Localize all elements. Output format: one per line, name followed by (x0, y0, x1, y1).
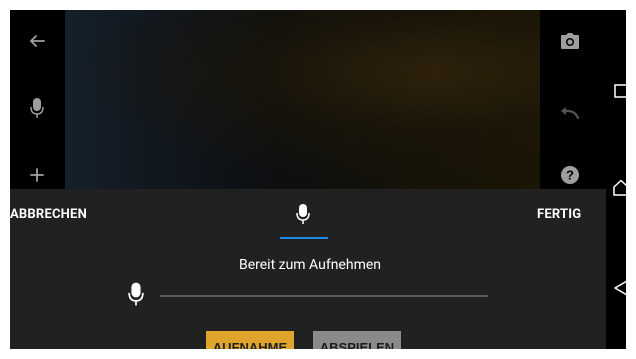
play-button[interactable]: ABSPIELEN (313, 331, 401, 349)
add-icon[interactable] (22, 160, 52, 190)
microphone-icon (296, 204, 310, 224)
tab-microphone[interactable] (280, 199, 328, 239)
camera-icon[interactable] (555, 26, 585, 56)
record-button[interactable]: AUFNAHME (206, 331, 294, 349)
recent-apps-icon[interactable] (606, 76, 626, 106)
status-text: Bereit zum Aufnehmen (239, 257, 381, 273)
done-button[interactable]: FERTIG (537, 207, 581, 222)
camera-viewfinder (65, 10, 540, 189)
cancel-button[interactable]: ABBRECHEN (10, 207, 87, 222)
undo-icon[interactable] (555, 98, 585, 128)
svg-text:?: ? (566, 168, 574, 183)
level-microphone-icon (128, 281, 150, 311)
audio-panel: ABBRECHEN FERTIG Bereit zum Aufnehmen AU… (10, 189, 606, 349)
help-icon[interactable]: ? (555, 160, 585, 190)
active-tab-indicator (280, 237, 328, 239)
audio-level-track (160, 295, 488, 297)
home-icon[interactable] (606, 173, 626, 203)
back-arrow-icon[interactable] (22, 26, 52, 56)
microphone-icon[interactable] (22, 93, 52, 123)
back-icon[interactable] (606, 273, 626, 303)
left-toolbar (10, 10, 65, 189)
screen: ? ABBRECHEN FERTIG Bereit zum Aufnehmen (10, 10, 626, 349)
right-toolbar: ? (540, 10, 606, 189)
camera-preview: ? (10, 10, 606, 189)
navigation-bar (606, 10, 626, 349)
